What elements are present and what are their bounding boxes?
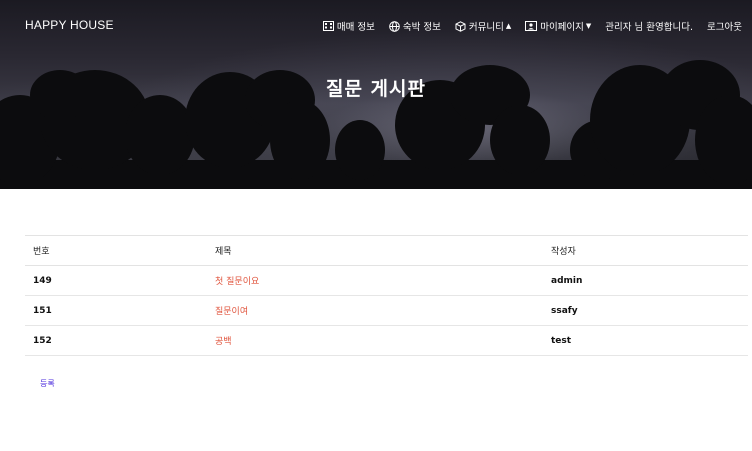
nav-item-label: 매매 정보 — [336, 22, 375, 33]
top-navbar: HAPPY HOUSE 매매 정보 숙박 정보 커뮤니티 ▲ 마이페이지 ▼ 관… — [0, 0, 752, 52]
post-title-cell: 첫 질문이요 — [207, 265, 543, 296]
brand-logo[interactable]: HAPPY HOUSE — [25, 18, 114, 32]
logout-link[interactable]: 로그아웃 — [707, 19, 742, 33]
nav-item-label: 커뮤니티 — [468, 22, 504, 33]
post-number: 152 — [25, 325, 207, 356]
nav-item-mypage[interactable]: 마이페이지 ▼ — [525, 19, 591, 33]
greeting-text: 관리자 님 환영합니다. — [605, 22, 694, 33]
question-board-table: 번호 제목 작성자 149 첫 질문이요 admin 151 질문이여 ssaf… — [25, 235, 748, 356]
globe-icon — [389, 20, 400, 32]
table-row: 151 질문이여 ssafy — [25, 295, 748, 326]
building-icon — [322, 21, 334, 31]
post-title-link[interactable]: 질문이여 — [215, 307, 248, 317]
post-number: 149 — [25, 265, 207, 296]
nav-item-community[interactable]: 커뮤니티 ▲ — [455, 19, 511, 33]
nav-menu: 매매 정보 숙박 정보 커뮤니티 ▲ 마이페이지 ▼ 관리자 님 환영합니다. … — [309, 19, 742, 33]
post-author: ssafy — [543, 295, 748, 326]
post-title-cell: 질문이여 — [207, 295, 543, 326]
post-author: test — [543, 325, 748, 356]
post-title-link[interactable]: 첫 질문이요 — [215, 277, 259, 287]
header-title: 제목 — [207, 235, 543, 266]
nav-item-label: 숙박 정보 — [402, 22, 441, 33]
register-button[interactable]: 등록 — [40, 378, 55, 389]
caret-down-icon: ▲ — [505, 22, 512, 30]
header-number: 번호 — [25, 235, 207, 266]
nav-item-lodging-info[interactable]: 숙박 정보 — [389, 19, 441, 33]
board-content: 번호 제목 작성자 149 첫 질문이요 admin 151 질문이여 ssaf… — [25, 235, 748, 356]
table-header-row: 번호 제목 작성자 — [25, 235, 748, 266]
nav-item-label: 마이페이지 — [540, 22, 584, 33]
caret-down-icon: ▼ — [585, 22, 592, 30]
table-row: 149 첫 질문이요 admin — [25, 265, 748, 296]
page-title: 질문 게시판 — [325, 78, 426, 100]
post-title-cell: 공백 — [207, 325, 543, 356]
id-card-icon — [525, 21, 538, 31]
post-title-link[interactable]: 공백 — [215, 337, 232, 347]
header-author: 작성자 — [543, 235, 748, 266]
post-number: 151 — [25, 295, 207, 326]
box-icon — [455, 20, 466, 32]
post-author: admin — [543, 265, 748, 296]
table-row: 152 공백 test — [25, 325, 748, 356]
hero-banner: HAPPY HOUSE 매매 정보 숙박 정보 커뮤니티 ▲ 마이페이지 ▼ 관… — [0, 0, 752, 189]
nav-item-sale-info[interactable]: 매매 정보 — [322, 19, 375, 33]
